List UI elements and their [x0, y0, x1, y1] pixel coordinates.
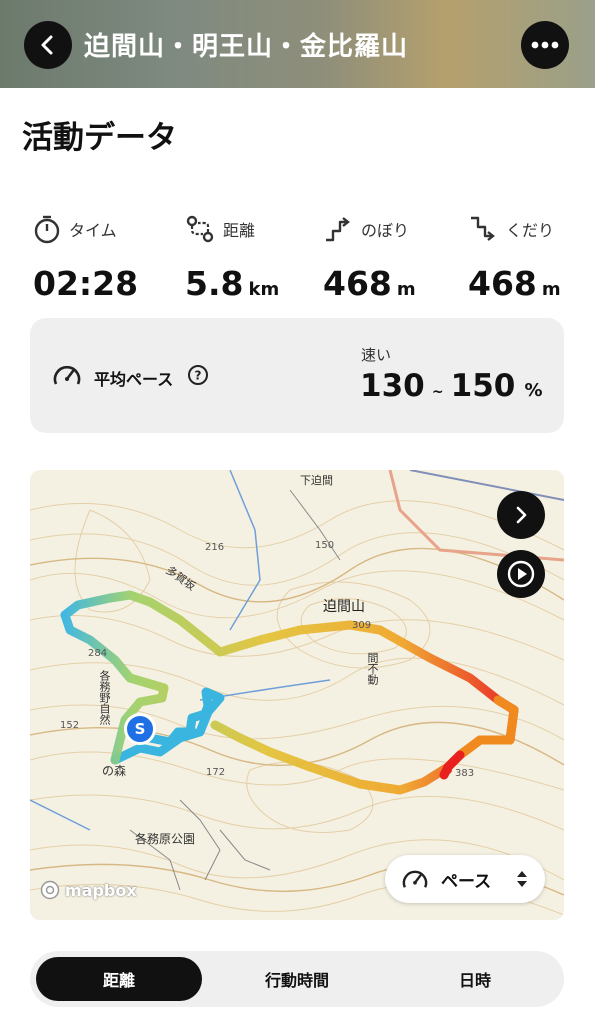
stat-time: タイム 02:28 — [33, 212, 173, 303]
map-elevation: 172 — [206, 767, 226, 778]
stat-descent: くだり 468 m — [468, 212, 595, 303]
stat-value: 468 m — [323, 264, 416, 303]
ascent-icon — [326, 217, 350, 242]
map-label-shimo: 下迫間 — [300, 474, 333, 487]
help-icon[interactable]: ? — [187, 364, 209, 386]
segmented-tabs: 距離 行動時間 日時 — [30, 951, 564, 1007]
stat-value: 02:28 — [33, 264, 139, 303]
route-map[interactable]: 迫間山 各務原公園 の森 間不動 多賀坂 各務野自然 下迫間 216 284 1… — [30, 470, 564, 920]
tab-active-time[interactable]: 行動時間 — [214, 957, 380, 1001]
route-icon — [186, 215, 214, 243]
stat-ascent: のぼり 468 m — [323, 212, 463, 303]
stat-label: 距離 — [223, 221, 256, 240]
pace-label: 平均ペース — [94, 370, 174, 389]
map-play-button[interactable] — [497, 550, 545, 598]
stat-label: くだり — [506, 221, 555, 240]
stat-value: 468 m — [468, 264, 561, 303]
map-label-mori: の森 — [102, 764, 127, 778]
header: 迫間山・明王山・金比羅山 — [0, 0, 595, 88]
ellipsis-icon — [531, 41, 559, 49]
chevron-left-icon — [41, 35, 53, 55]
map-label-vertical: 各務野自然 — [98, 670, 111, 725]
map-elevation: 152 — [60, 720, 80, 731]
map-elevation: 309 — [352, 620, 372, 631]
map-mode-label: ペース — [441, 871, 492, 892]
speed-label: 速い — [361, 346, 392, 364]
map-elevation: 284 — [88, 648, 108, 659]
map-label-park: 各務原公園 — [135, 832, 196, 846]
mapbox-logo-icon — [40, 880, 60, 900]
play-icon — [507, 560, 535, 588]
sort-updown-icon — [517, 871, 527, 887]
speedometer-icon — [53, 365, 81, 385]
stat-value: 5.8 km — [185, 264, 280, 303]
mapbox-attribution: mapbox — [40, 880, 137, 900]
speedometer-icon — [402, 870, 428, 888]
stat-label: タイム — [69, 221, 117, 240]
map-label-peak: 迫間山 — [323, 599, 365, 615]
map-elevation: 150 — [315, 540, 335, 551]
tab-datetime[interactable]: 日時 — [392, 957, 558, 1001]
stat-distance: 距離 5.8 km — [185, 212, 325, 303]
start-marker[interactable]: S — [124, 713, 156, 745]
stopwatch-icon — [34, 215, 60, 244]
stat-label: のぼり — [361, 221, 410, 240]
map-elevation: 383 — [455, 768, 475, 779]
map-mode-selector[interactable]: ペース — [385, 855, 545, 903]
chevron-right-icon — [516, 506, 527, 524]
pace-range: 130 ~ 150 % — [360, 368, 543, 404]
back-button[interactable] — [24, 21, 72, 69]
pace-card: 平均ペース ? 速い 130 ~ 150 % — [30, 318, 564, 433]
tab-distance[interactable]: 距離 — [36, 957, 202, 1001]
svg-text:?: ? — [195, 369, 202, 383]
map-elevation: 216 — [205, 542, 225, 553]
descent-icon — [471, 216, 495, 241]
more-button[interactable] — [521, 21, 569, 69]
map-next-button[interactable] — [497, 491, 545, 539]
page-title: 迫間山・明王山・金比羅山 — [84, 32, 409, 62]
map-label-fudo: 間不動 — [366, 652, 379, 685]
section-title: 活動データ — [22, 120, 177, 156]
